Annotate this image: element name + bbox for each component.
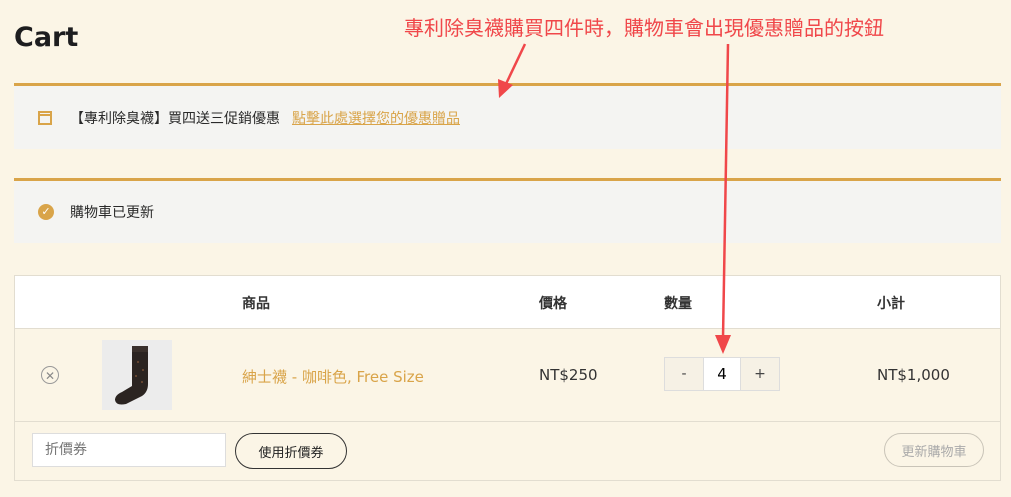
coupon-input[interactable] xyxy=(32,433,226,467)
quantity-input[interactable] xyxy=(703,358,741,390)
quantity-increase-button[interactable]: + xyxy=(741,358,779,390)
cart-updated-notice: ✓ 購物車已更新 xyxy=(14,178,1001,243)
apply-coupon-button[interactable]: 使用折價券 xyxy=(235,433,347,469)
remove-item-icon[interactable]: ✕ xyxy=(41,366,59,384)
product-name-link[interactable]: 紳士襪 - 咖啡色, Free Size xyxy=(242,366,424,387)
table-header: 商品 價格 數量 小計 xyxy=(15,276,1000,329)
quantity-decrease-button[interactable]: - xyxy=(665,358,703,390)
check-circle-icon: ✓ xyxy=(38,204,54,220)
page-title: Cart xyxy=(14,22,79,53)
cart-updated-text: 購物車已更新 xyxy=(70,205,154,221)
promo-gift-link[interactable]: 點擊此處選擇您的優惠贈品 xyxy=(292,108,460,128)
promo-notice: 【專利除臭襪】買四送三促銷優惠 點擊此處選擇您的優惠贈品 xyxy=(14,83,1001,149)
quantity-stepper: - + xyxy=(664,357,780,391)
annotation-text: 專利除臭襪購買四件時，購物車會出現優惠贈品的按鈕 xyxy=(404,16,884,40)
header-quantity: 數量 xyxy=(664,296,692,312)
product-thumbnail[interactable] xyxy=(102,340,172,410)
cart-table: 商品 價格 數量 小計 ✕ 紳士襪 - 咖啡色, Free Size NT$25… xyxy=(14,275,1001,481)
update-cart-button[interactable]: 更新購物車 xyxy=(884,433,984,467)
table-row: ✕ 紳士襪 - 咖啡色, Free Size NT$250 - + NT$1,0… xyxy=(15,328,1000,422)
promo-notice-text: 【專利除臭襪】買四送三促銷優惠 xyxy=(70,110,280,127)
header-product: 商品 xyxy=(242,296,270,312)
product-subtotal: NT$1,000 xyxy=(877,366,950,384)
header-subtotal: 小計 xyxy=(877,296,905,312)
product-price: NT$250 xyxy=(539,366,598,384)
calendar-icon xyxy=(38,110,52,125)
cart-actions: 使用折價券 更新購物車 xyxy=(15,422,1000,482)
header-price: 價格 xyxy=(539,296,567,312)
